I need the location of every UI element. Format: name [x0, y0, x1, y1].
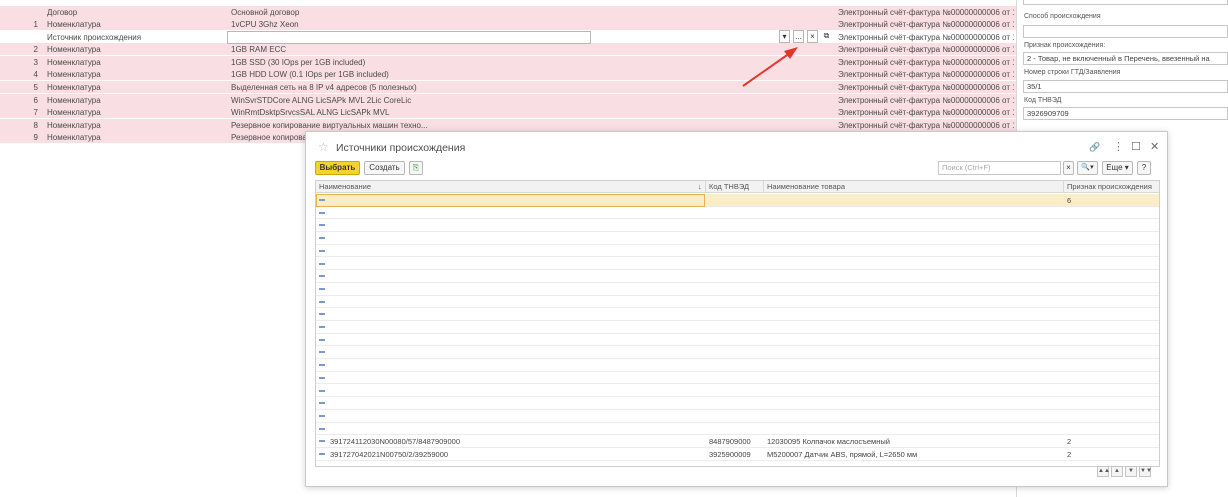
cell-name: 391727042021N00750/2/39259000: [330, 450, 449, 459]
table-row[interactable]: [316, 397, 1159, 410]
table-row[interactable]: 6: [316, 194, 1159, 207]
menu-icon[interactable]: ⋮: [1113, 141, 1124, 153]
search-input[interactable]: Поиск (Ctrl+F): [938, 161, 1061, 175]
table-row[interactable]: [316, 207, 1159, 220]
table-row[interactable]: [316, 334, 1159, 347]
row-item-icon: [319, 313, 325, 316]
cell-tnved: 8487909000: [709, 437, 751, 447]
create-button[interactable]: Создать: [364, 161, 405, 175]
cell-sign: 6: [1067, 196, 1072, 205]
table-row[interactable]: [316, 321, 1159, 334]
row-item-icon: [319, 453, 325, 455]
cell-name: 391724112030N00080/57/8487909000: [330, 437, 460, 447]
maximize-icon[interactable]: ☐: [1131, 141, 1141, 153]
row-item-icon: [319, 211, 325, 214]
row-item-icon: [319, 224, 325, 227]
favorite-star-icon[interactable]: ☆: [318, 140, 329, 154]
cell-product: M5200007 Датчик ABS, прямой, L=2650 мм: [767, 450, 918, 459]
column-divider: [763, 181, 764, 193]
table-row[interactable]: [316, 258, 1159, 271]
table-row[interactable]: [316, 270, 1159, 283]
origin-sources-dialog: ☆ Источники происхождения 🔗 ⋮ ☐ ✕ Выбрат…: [305, 131, 1168, 487]
row-item-icon: [319, 364, 325, 367]
row-item-icon: [319, 326, 325, 328]
row-item-icon: [319, 300, 325, 303]
link-icon[interactable]: 🔗: [1089, 141, 1100, 153]
table-row[interactable]: 391727042021N00750/2/39259000 3925900009 M…: [316, 448, 1159, 461]
scroll-down-button[interactable]: ▼: [1125, 466, 1137, 477]
scroll-up-button[interactable]: ▲: [1111, 466, 1123, 477]
row-item-icon: [319, 389, 325, 392]
column-divider: [705, 181, 706, 193]
row-item-icon: [319, 338, 325, 341]
row-item-icon: [319, 237, 325, 240]
grid-header: Наименование ↓ Код ТНВЭД Наименование то…: [316, 181, 1159, 193]
table-row[interactable]: [316, 283, 1159, 296]
row-item-icon: [319, 351, 325, 354]
row-item-icon: [319, 402, 325, 405]
table-row[interactable]: [316, 245, 1159, 258]
origin-sources-grid: Наименование ↓ Код ТНВЭД Наименование то…: [315, 180, 1160, 467]
column-name-header[interactable]: Наименование: [319, 182, 371, 191]
dialog-title: Источники происхождения: [336, 142, 466, 154]
help-button[interactable]: ?: [1137, 161, 1151, 175]
table-row[interactable]: 391724112030N00080/57/8487909000 84879090…: [316, 435, 1159, 448]
table-row[interactable]: [316, 232, 1159, 245]
row-item-icon: [319, 262, 325, 265]
table-row[interactable]: [316, 308, 1159, 321]
more-button[interactable]: Еще ▾: [1102, 161, 1133, 175]
row-item-icon: [319, 427, 325, 430]
column-divider: [1063, 181, 1064, 193]
row-item-icon: [319, 249, 325, 252]
cell-tnved: 3925900009: [709, 450, 751, 459]
row-item-icon: [319, 376, 325, 379]
sort-icon[interactable]: ↓: [698, 182, 702, 191]
table-row[interactable]: [316, 372, 1159, 385]
table-row[interactable]: [316, 359, 1159, 372]
row-item-icon: [319, 287, 325, 290]
scroll-bottom-button[interactable]: ▼▼: [1139, 466, 1152, 477]
table-row[interactable]: [316, 296, 1159, 309]
copy-icon[interactable]: ⎘: [409, 161, 423, 175]
row-item-icon: [319, 414, 325, 417]
cell-product: 12030095 Колпачок маслосъемный: [767, 437, 890, 447]
selected-cell: [316, 194, 705, 207]
close-icon[interactable]: ✕: [1150, 141, 1159, 153]
column-tnved-header[interactable]: Код ТНВЭД: [709, 182, 749, 191]
cell-sign: 2: [1067, 450, 1072, 459]
table-row[interactable]: [316, 423, 1159, 436]
table-row[interactable]: [316, 346, 1159, 360]
column-product-header[interactable]: Наименование товара: [767, 182, 845, 191]
scroll-top-button[interactable]: ▲▲: [1097, 466, 1110, 477]
row-item-icon: [319, 275, 325, 278]
table-row[interactable]: [316, 219, 1159, 233]
select-dialog-button[interactable]: Выбрать: [315, 161, 360, 175]
table-row[interactable]: [316, 385, 1159, 398]
search-clear-button[interactable]: ×: [1063, 161, 1074, 175]
arrow-head: [784, 47, 798, 59]
column-sign-header[interactable]: Признак происхождения: [1067, 182, 1152, 191]
arrow-shaft: [742, 52, 791, 87]
search-icon[interactable]: 🔍▾: [1077, 161, 1098, 175]
table-row[interactable]: [316, 410, 1159, 423]
row-item-icon: [319, 440, 325, 443]
cell-sign: 2: [1067, 437, 1072, 447]
